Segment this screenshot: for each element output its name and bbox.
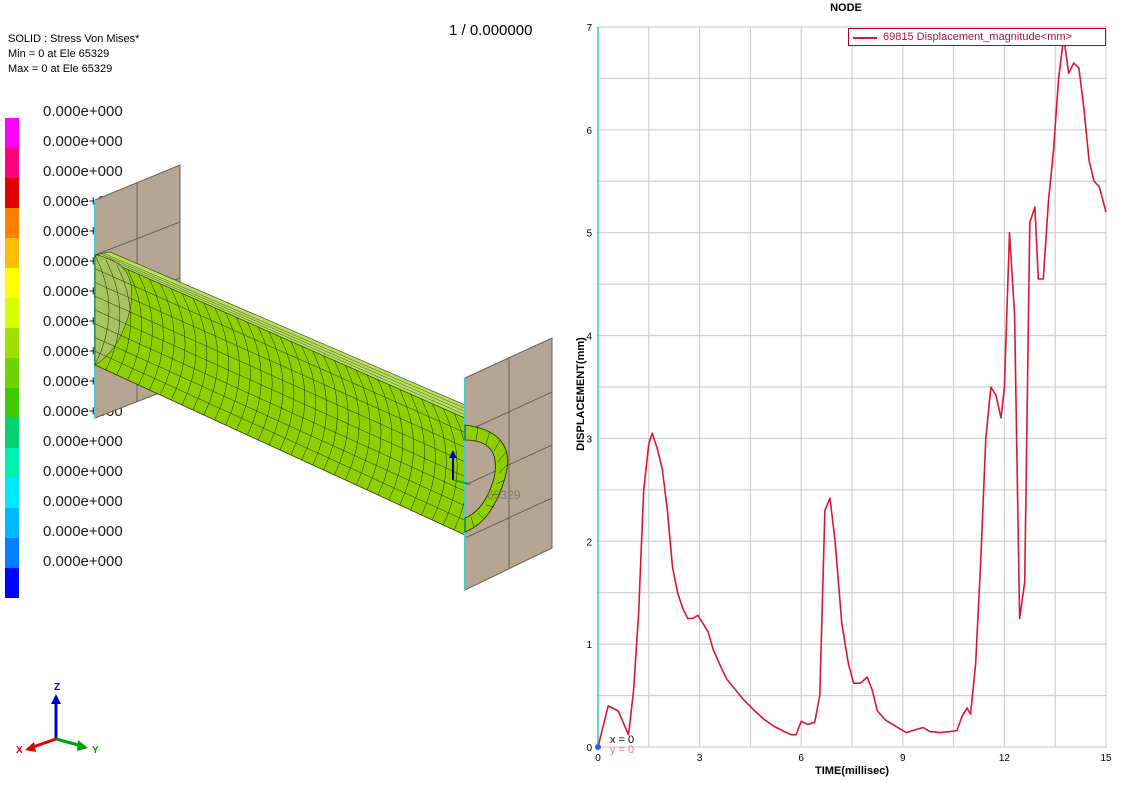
legend-value-label: 0.000e+000 xyxy=(43,403,123,420)
legend-swatch xyxy=(5,358,19,388)
legend-swatch xyxy=(5,268,19,298)
legend-value-label: 0.000e+000 xyxy=(43,313,123,330)
y-tick-label: 5 xyxy=(586,229,592,240)
coordinate-triad xyxy=(25,694,88,752)
max-value-text: Max = 0 at Ele 65329 xyxy=(8,63,113,75)
triad-y-label: Y xyxy=(92,745,99,756)
cursor-readout: x = 0 y = 0 xyxy=(610,735,635,756)
legend-line-sample xyxy=(853,37,877,39)
frame-indicator: 1 / 0.000000 xyxy=(449,22,533,39)
y-tick-label: 2 xyxy=(586,537,592,548)
legend-value-label: 0.000e+000 xyxy=(43,163,123,180)
legend-value-label: 0.000e+000 xyxy=(43,493,123,510)
legend-value-label: 0.000e+000 xyxy=(43,343,123,360)
y-tick-label: 7 xyxy=(586,23,592,34)
tube-body xyxy=(94,251,480,536)
contour-legend-bar xyxy=(5,118,19,598)
triad-x-label: X xyxy=(16,745,23,756)
y-tick-label: 4 xyxy=(586,332,592,343)
y-axis-label: DISPLACEMENT(mm) xyxy=(575,337,587,451)
legend-value-label: 0.000e+000 xyxy=(43,373,123,390)
legend-swatch xyxy=(5,148,19,178)
x-tick-label: 12 xyxy=(999,753,1011,764)
result-title: SOLID : Stress Von Mises* xyxy=(8,33,140,45)
legend-swatch xyxy=(5,328,19,358)
legend-value-label: 0.000e+000 xyxy=(43,193,123,210)
x-tick-label: 15 xyxy=(1100,753,1112,764)
legend-swatch xyxy=(5,448,19,478)
legend-series-label: 69815 Displacement_magnitude<mm> xyxy=(883,31,1072,43)
right-fixture-plate xyxy=(464,337,553,591)
x-tick-label: 3 xyxy=(697,753,703,764)
node-id-label: 65329 xyxy=(487,488,521,502)
y-tick-label: 1 xyxy=(586,640,592,651)
plot-grid xyxy=(597,26,1107,748)
legend-value-label: 0.000e+000 xyxy=(43,283,123,300)
node-marker xyxy=(449,450,471,485)
cursor-y-readout: y = 0 xyxy=(610,744,635,756)
triad-z-label: Z xyxy=(54,682,61,693)
legend-swatch xyxy=(5,118,19,148)
x-tick-label: 9 xyxy=(900,753,906,764)
legend-value-label: 0.000e+000 xyxy=(43,463,123,480)
legend-swatch xyxy=(5,418,19,448)
legend-value-label: 0.000e+000 xyxy=(43,553,123,570)
legend-swatch xyxy=(5,568,19,598)
legend-swatch xyxy=(5,208,19,238)
plot-legend[interactable]: 69815 Displacement_magnitude<mm> xyxy=(848,28,1106,46)
x-axis-label: TIME(millisec) xyxy=(815,765,889,777)
y-tick-label: 3 xyxy=(586,434,592,445)
legend-swatch xyxy=(5,298,19,328)
legend-value-label: 0.000e+000 xyxy=(43,133,123,150)
cursor-marker xyxy=(595,744,601,750)
x-tick-label: 6 xyxy=(798,753,804,764)
fea-viewport[interactable]: SOLID : Stress Von Mises* Min = 0 at Ele… xyxy=(0,0,570,793)
xy-plot-window[interactable]: NODE 0 3 6 9 12 15 0 1 2 3 4 5 6 7 69815 Displacement… xyxy=(570,0,1122,793)
plot-area[interactable]: 0 3 6 9 12 1501234567 xyxy=(570,0,1122,793)
legend-swatch xyxy=(5,178,19,208)
y-tick-label: 0 xyxy=(586,743,592,754)
legend-swatch xyxy=(5,508,19,538)
legend-value-label: 0.000e+000 xyxy=(43,103,123,120)
legend-swatch xyxy=(5,538,19,568)
legend-value-label: 0.000e+000 xyxy=(43,253,123,270)
legend-value-label: 0.000e+000 xyxy=(43,223,123,240)
legend-value-label: 0.000e+000 xyxy=(43,433,123,450)
min-value-text: Min = 0 at Ele 65329 xyxy=(8,48,110,60)
y-tick-label: 6 xyxy=(586,126,592,137)
legend-swatch xyxy=(5,388,19,418)
legend-value-label: 0.000e+000 xyxy=(43,523,123,540)
legend-swatch xyxy=(5,238,19,268)
x-tick-label: 0 xyxy=(595,753,601,764)
legend-swatch xyxy=(5,478,19,508)
